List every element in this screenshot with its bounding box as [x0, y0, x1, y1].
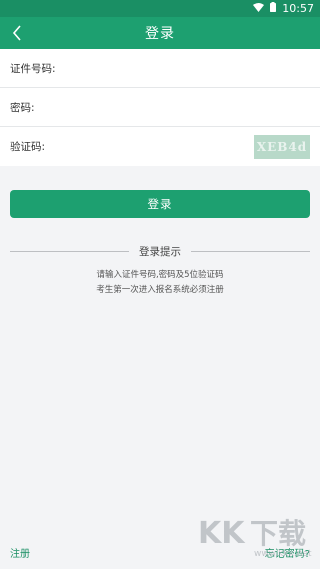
login-hint-title: 登录提示	[139, 245, 181, 258]
login-form: 证件号码: 密码: 验证码: XEB4d	[0, 49, 320, 166]
password-row: 密码:	[0, 88, 320, 127]
status-bar: 10:57	[0, 0, 320, 17]
divider-right	[191, 250, 310, 252]
app-bar: 登录	[0, 17, 320, 49]
id-number-row: 证件号码:	[0, 49, 320, 88]
captcha-row: 验证码: XEB4d	[0, 127, 320, 166]
page-title: 登录	[145, 26, 175, 42]
login-hint-header: 登录提示	[10, 242, 310, 260]
battery-icon	[270, 2, 277, 15]
hint-line-1: 请输入证件号码,密码及5位验证码	[96, 270, 224, 280]
captcha-label: 验证码:	[10, 141, 46, 153]
id-number-input[interactable]	[62, 52, 320, 84]
wifi-icon	[253, 2, 265, 15]
id-number-label: 证件号码:	[10, 62, 56, 75]
divider-left	[10, 250, 129, 252]
login-hint-text: 请输入证件号码,密码及5位验证码 考生第一次进入报名系统必须注册	[0, 268, 320, 298]
hint-line-2: 考生第一次进入报名系统必须注册	[96, 285, 224, 295]
password-input[interactable]	[62, 91, 320, 123]
password-label: 密码:	[10, 101, 35, 114]
register-link[interactable]: 注册	[10, 545, 30, 560]
svg-text:KK: KK	[198, 516, 246, 551]
login-button[interactable]: 登录	[10, 190, 310, 218]
captcha-image[interactable]: XEB4d	[254, 135, 310, 159]
status-time: 10:57	[282, 2, 314, 15]
forgot-password-link[interactable]: 忘记密码?	[265, 545, 310, 560]
